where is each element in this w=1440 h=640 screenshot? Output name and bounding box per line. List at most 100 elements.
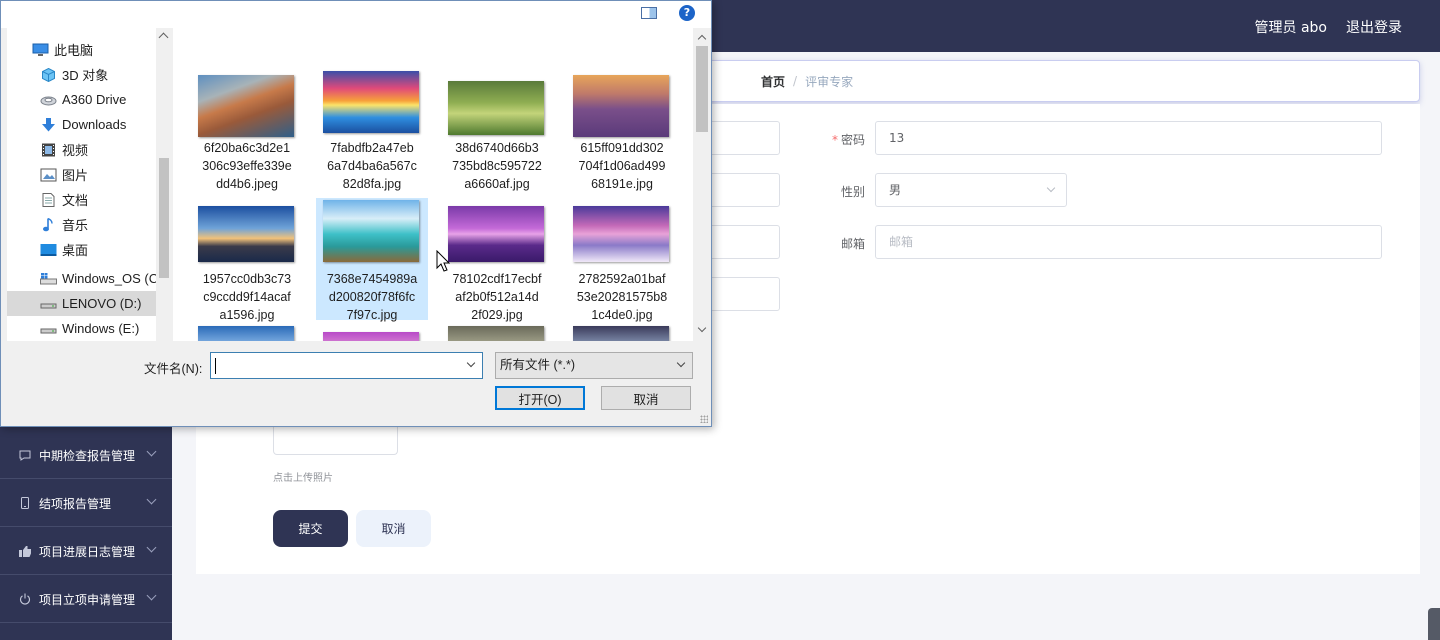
breadcrumb-current: 评审专家 <box>805 74 854 89</box>
sidebar-item-final-report[interactable]: 结项报告管理 <box>0 480 172 527</box>
file-item[interactable]: 78102cdf17ecbf af2b0f512a14d 2f029.jpg <box>441 198 553 322</box>
scroll-down-icon[interactable] <box>697 323 707 333</box>
nav-item-drive-e[interactable]: Windows (E:) <box>40 316 172 341</box>
image-thumbnail[interactable] <box>573 326 669 341</box>
image-thumbnail <box>323 71 419 133</box>
image-thumbnail[interactable] <box>448 326 544 341</box>
gender-select[interactable]: 男 <box>875 173 1067 207</box>
help-icon[interactable]: ? <box>679 5 695 21</box>
upload-tip: 点击上传照片 <box>273 473 333 484</box>
nav-item-label: A360 Drive <box>62 92 127 107</box>
nav-item-pictures[interactable]: 图片 <box>40 162 172 187</box>
drive-icon <box>40 322 57 336</box>
scroll-up-icon[interactable] <box>697 34 707 44</box>
nav-item-label: 视频 <box>62 143 89 158</box>
file-list-scrollbar[interactable] <box>693 28 711 341</box>
sidebar-item-progress-log[interactable]: 项目进展日志管理 <box>0 528 172 575</box>
file-open-dialog: ? 此电脑 3D 对象 A360 Drive Downloads 视频 图片 文… <box>0 0 712 427</box>
breadcrumb: 首页 / 评审专家 <box>696 60 1420 102</box>
scroll-up-icon[interactable] <box>158 32 169 43</box>
nav-item-label: Windows (E:) <box>62 321 140 336</box>
chevron-down-icon <box>146 494 157 505</box>
image-thumbnail <box>573 75 669 137</box>
nav-item-label: 桌面 <box>62 243 89 258</box>
image-thumbnail <box>323 200 419 262</box>
preview-pane-icon[interactable] <box>641 7 657 19</box>
cloud-drive-icon <box>40 93 57 107</box>
file-name: 2782592a01baf 53e20281575b8 1c4de0.jpg <box>576 272 668 322</box>
image-thumbnail[interactable] <box>323 332 419 341</box>
resize-grip-icon[interactable] <box>700 415 708 423</box>
nav-item-label: 此电脑 <box>54 43 94 58</box>
open-button[interactable]: 打开(O) <box>495 386 585 410</box>
navigation-pane: 此电脑 3D 对象 A360 Drive Downloads 视频 图片 文档 … <box>7 28 172 341</box>
nav-item-drive-d[interactable]: LENOVO (D:) <box>7 291 156 316</box>
file-item[interactable]: 38d6740d66b3 735bd8c595722 a6660af.jpg <box>441 67 553 191</box>
chevron-down-icon <box>1046 183 1056 193</box>
file-item-selected[interactable]: 7368e7454989a d200820f78f6fc 7f97c.jpg <box>316 198 428 322</box>
nav-item-music[interactable]: 音乐 <box>40 212 172 237</box>
file-item[interactable]: 6f20ba6c3d2e1 306c93effe339e dd4b6.jpeg <box>191 67 303 191</box>
nav-item-drive-c[interactable]: Windows_OS (C <box>40 266 172 291</box>
pc-icon <box>32 43 49 57</box>
filename-input[interactable] <box>210 352 483 379</box>
email-field[interactable]: 邮箱 <box>875 225 1382 259</box>
filename-label: 文件名(N): <box>144 362 203 376</box>
logout-link[interactable]: 退出登录 <box>1346 17 1402 37</box>
file-item[interactable]: 615ff091dd302 704f1d06ad499 68191e.jpg <box>566 67 678 191</box>
chevron-down-icon <box>146 542 157 553</box>
image-thumbnail <box>448 81 544 135</box>
chevron-down-icon <box>676 358 686 368</box>
dialog-cancel-button[interactable]: 取消 <box>601 386 691 410</box>
breadcrumb-separator: / <box>793 74 798 88</box>
file-item[interactable]: 2782592a01baf 53e20281575b8 1c4de0.jpg <box>566 198 678 322</box>
nav-item-a360-drive[interactable]: A360 Drive <box>40 87 172 112</box>
sidebar-item-midterm-report[interactable]: 中期检查报告管理 <box>0 432 172 479</box>
nav-item-label: Windows_OS (C <box>62 271 159 286</box>
form-cancel-button[interactable]: 取消 <box>356 510 431 547</box>
text-caret <box>215 358 216 374</box>
file-name: 78102cdf17ecbf af2b0f512a14d 2f029.jpg <box>452 272 542 322</box>
file-name: 7fabdfb2a47eb 6a7d4ba6a567c 82d8fa.jpg <box>327 141 417 191</box>
nav-item-label: 图片 <box>62 168 89 183</box>
music-icon <box>40 217 57 232</box>
sidebar-item-project-application[interactable]: 项目立项申请管理 <box>0 576 172 623</box>
image-thumbnail[interactable] <box>198 326 294 341</box>
nav-item-3d-objects[interactable]: 3D 对象 <box>40 62 172 87</box>
nav-item-desktop[interactable]: 桌面 <box>40 237 172 262</box>
breadcrumb-home[interactable]: 首页 <box>761 73 785 90</box>
nav-item-documents[interactable]: 文档 <box>40 187 172 212</box>
file-name: 1957cc0db3c73 c9ccdd9f14acaf a1596.jpg <box>202 272 292 322</box>
phone-icon <box>18 496 32 510</box>
nav-item-label: Downloads <box>62 117 127 132</box>
file-item[interactable]: 1957cc0db3c73 c9ccdd9f14acaf a1596.jpg <box>191 198 303 322</box>
chevron-down-icon <box>146 590 157 601</box>
sidebar-item-label: 项目进展日志管理 <box>39 544 136 559</box>
document-icon <box>40 192 57 207</box>
video-icon <box>40 143 57 157</box>
nav-item-videos[interactable]: 视频 <box>40 137 172 162</box>
download-arrow-icon <box>40 117 57 132</box>
filetype-select[interactable]: 所有文件 (*.*) <box>495 352 693 379</box>
submit-button[interactable]: 提交 <box>273 510 348 547</box>
scrollbar-thumb[interactable] <box>696 46 708 132</box>
file-item[interactable]: 7fabdfb2a47eb 6a7d4ba6a567c 82d8fa.jpg <box>316 67 428 191</box>
nav-item-downloads[interactable]: Downloads <box>40 112 172 137</box>
nav-item-label: 3D 对象 <box>62 68 109 83</box>
thumb-icon <box>18 544 32 558</box>
edge-handle[interactable] <box>1428 608 1440 640</box>
gender-value: 男 <box>889 183 902 197</box>
3d-objects-icon <box>40 67 57 82</box>
image-thumbnail <box>573 206 669 262</box>
password-field[interactable]: 13 <box>875 121 1382 155</box>
desktop-icon <box>40 243 57 257</box>
nav-item-this-pc[interactable]: 此电脑 <box>32 37 172 62</box>
scrollbar-thumb[interactable] <box>159 158 169 278</box>
message-icon <box>18 448 32 462</box>
email-label: 邮箱 <box>840 237 865 251</box>
nav-item-label: 文档 <box>62 193 89 208</box>
nav-scrollbar[interactable] <box>156 28 172 341</box>
file-name: 38d6740d66b3 735bd8c595722 a6660af.jpg <box>452 141 542 191</box>
chevron-down-icon[interactable] <box>466 358 476 368</box>
file-name: 7368e7454989a d200820f78f6fc 7f97c.jpg <box>326 272 418 322</box>
